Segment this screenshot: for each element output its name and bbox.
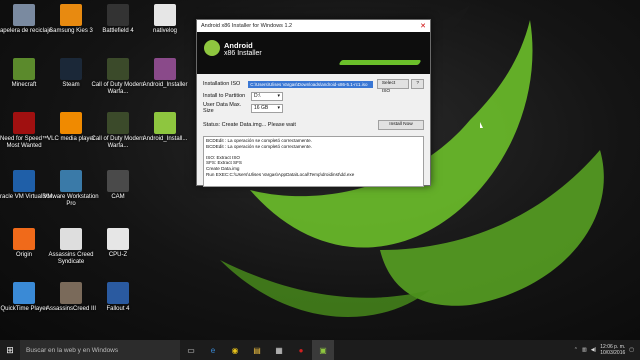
user-data-label: User Data Max. Size xyxy=(203,102,242,114)
kies-icon xyxy=(60,4,82,26)
chevron-down-icon: ▾ xyxy=(277,104,280,111)
recycle-bin-icon xyxy=(13,4,35,26)
clock-date: 10/03/2016 xyxy=(600,350,626,356)
search-placeholder: Buscar en la web y en Windows xyxy=(26,346,119,354)
cam-icon xyxy=(107,170,129,192)
edge-icon[interactable]: e xyxy=(202,340,224,360)
installer-banner: Android x86 Installer xyxy=(197,32,430,74)
user-data-select[interactable]: 16 GB ▾ xyxy=(251,103,283,113)
system-tray: ⌃ ▥ ◀) 12:06 p. m. 10/03/2016 ▢ xyxy=(574,344,640,356)
android-installer-task-icon[interactable]: ▣ xyxy=(312,340,334,360)
clock[interactable]: 12:06 p. m. 10/03/2016 xyxy=(600,344,625,356)
log-output[interactable]: BCDEdit : La operación se completó corre… xyxy=(203,136,424,187)
origin-icon xyxy=(13,228,35,250)
mouse-cursor-icon xyxy=(480,122,483,128)
store-icon[interactable]: ▦ xyxy=(268,340,290,360)
window-title: Android x86 Installer for Windows 1.2 xyxy=(201,23,293,29)
desktop-icon-label: Fallout 4 xyxy=(106,306,130,312)
minecraft-icon xyxy=(13,58,35,80)
desktop-icon-label: CAM xyxy=(111,194,125,200)
desktop-icon-label: CPU-Z xyxy=(108,252,128,258)
nfs-icon xyxy=(13,112,35,134)
select-iso-button[interactable]: Select ISO xyxy=(376,79,409,94)
log-line: Run EXEC:C:\Users\Ulises Vargas\AppData\… xyxy=(206,171,355,177)
desktop-icon[interactable]: Fallout 4 xyxy=(89,282,147,313)
steam-icon xyxy=(60,58,82,80)
partition-value: D:\ xyxy=(254,92,261,99)
install-partition-label: Install to Partition xyxy=(203,93,246,99)
status-text: Status: Create Data.img... Please wait xyxy=(203,122,296,128)
desktop-icon-label: nativelog xyxy=(152,28,178,34)
window-titlebar[interactable]: Android x86 Installer for Windows 1.2 ✕ xyxy=(197,20,430,32)
fallout-icon xyxy=(107,282,129,304)
iso-path-field[interactable]: C:\Users\Ulises Vargas\Downloads\android… xyxy=(248,80,374,88)
ac-icon xyxy=(60,228,82,250)
cod-icon xyxy=(107,58,129,80)
desktop-icon-label: Android_Installer xyxy=(142,82,188,88)
installation-iso-label: Installation ISO xyxy=(203,81,241,87)
document-icon xyxy=(154,4,176,26)
file-explorer-icon[interactable]: ▤ xyxy=(246,340,268,360)
quicktime-icon xyxy=(13,282,35,304)
android-icon xyxy=(154,112,176,134)
start-button[interactable]: ⊞ xyxy=(0,340,20,360)
vlc-icon xyxy=(60,112,82,134)
desktop-icon[interactable]: Android_Installer xyxy=(136,58,194,89)
chrome-icon[interactable]: ◉ xyxy=(224,340,246,360)
desktop-icon[interactable]: nativelog xyxy=(136,4,194,35)
installer-icon xyxy=(154,58,176,80)
desktop-icon[interactable]: CAM xyxy=(89,170,147,201)
desktop-icon[interactable]: CPU-Z xyxy=(89,228,147,259)
chevron-down-icon: ▾ xyxy=(277,92,280,99)
media-icon[interactable]: ● xyxy=(290,340,312,360)
desktop-icon-label: Android_Install... xyxy=(142,136,188,142)
close-button[interactable]: ✕ xyxy=(420,22,426,30)
volume-icon[interactable]: ◀) xyxy=(591,347,597,353)
ac3-icon xyxy=(60,282,82,304)
chevron-up-icon[interactable]: ⌃ xyxy=(574,347,578,353)
banner-title: Android xyxy=(224,41,253,50)
banner-subtitle: x86 Installer xyxy=(224,50,262,57)
android-logo-icon xyxy=(204,40,220,56)
installer-form: Installation ISO C:\Users\Ulises Vargas\… xyxy=(197,74,430,134)
virtualbox-icon xyxy=(13,170,35,192)
notifications-icon[interactable]: ▢ xyxy=(629,347,634,353)
taskbar: ⊞ Buscar en la web y en Windows ▭ e ◉ ▤ … xyxy=(0,340,640,360)
battlefield-icon xyxy=(107,4,129,26)
install-now-button[interactable]: Install Now xyxy=(378,120,424,130)
partition-select[interactable]: D:\ ▾ xyxy=(251,91,283,101)
network-icon[interactable]: ▥ xyxy=(582,347,587,353)
desktop-icon[interactable]: Android_Install... xyxy=(136,112,194,143)
desktop: Papelera de reciclaje Samsung Kies 3 Battl… xyxy=(0,0,640,340)
banner-stripe xyxy=(338,60,422,65)
user-data-value: 16 GB xyxy=(254,104,269,111)
installer-window[interactable]: Android x86 Installer for Windows 1.2 ✕ … xyxy=(196,19,431,187)
vmware-icon xyxy=(60,170,82,192)
search-box[interactable]: Buscar en la web y en Windows xyxy=(20,340,180,360)
task-view-icon[interactable]: ▭ xyxy=(180,340,202,360)
help-button[interactable]: ? xyxy=(411,79,424,89)
document-icon xyxy=(107,228,129,250)
cod-icon xyxy=(107,112,129,134)
